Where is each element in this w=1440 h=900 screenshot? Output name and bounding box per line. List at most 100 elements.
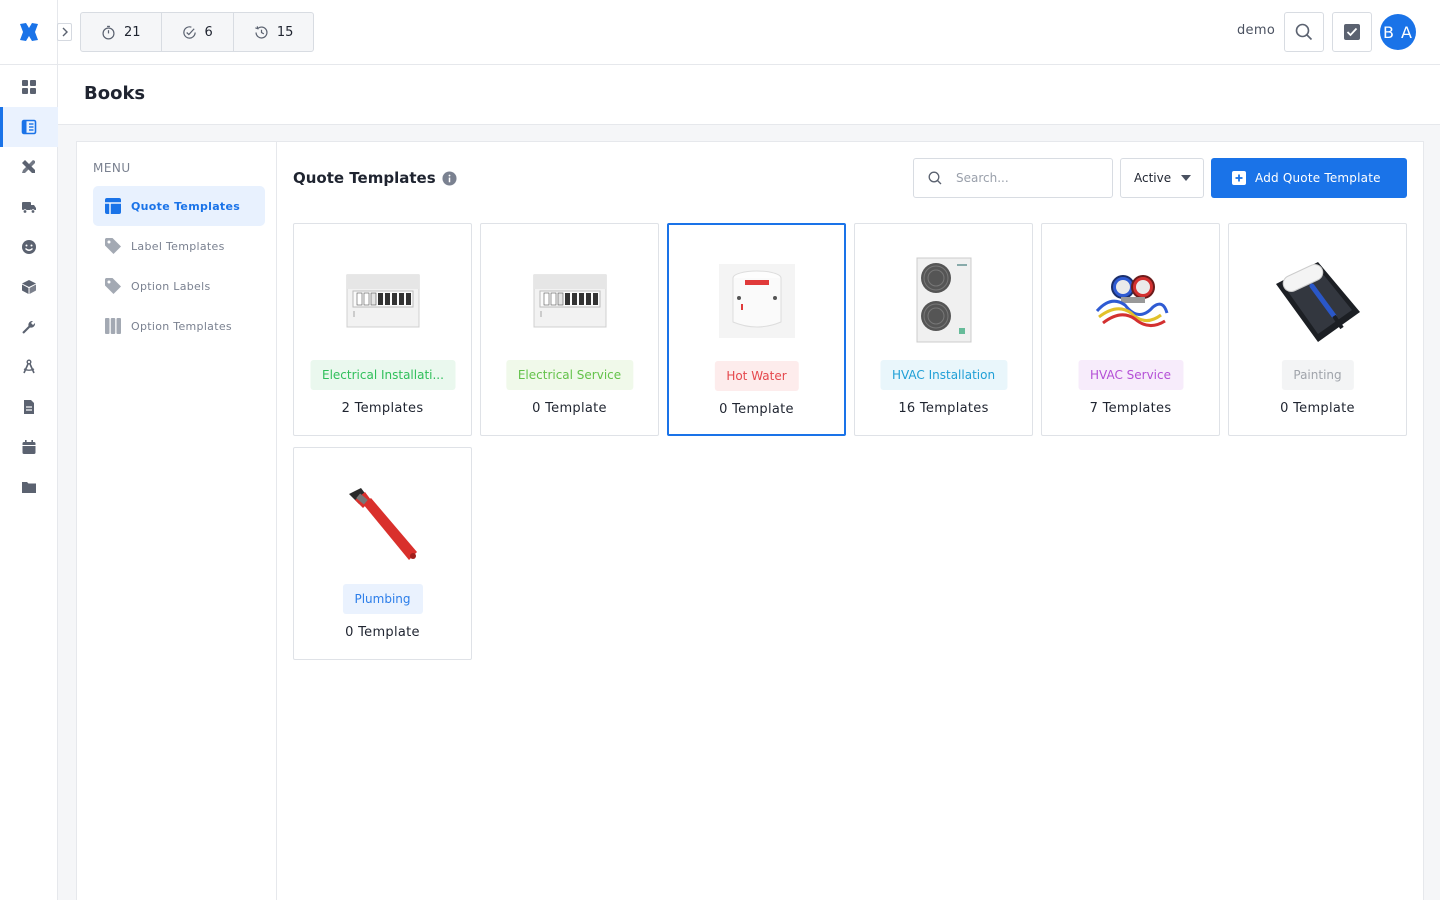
checkbox-icon	[1344, 24, 1360, 40]
card-image	[521, 256, 619, 344]
pipe-wrench-image	[349, 488, 417, 560]
sidebar-item-documents[interactable]	[0, 387, 58, 427]
submenu-item-label: Option Labels	[131, 279, 211, 293]
stopwatch-icon	[102, 25, 115, 39]
counter-timers-value: 21	[124, 24, 141, 40]
tasks-button[interactable]	[1332, 12, 1372, 52]
counter-timers[interactable]: 21	[81, 13, 162, 51]
document-icon	[24, 400, 34, 414]
category-tag: HVAC Installation	[879, 360, 1008, 390]
box-icon	[22, 280, 36, 294]
dashboard-grid-icon	[22, 80, 36, 94]
sidebar-item-customers[interactable]	[0, 227, 58, 267]
clock-history-icon	[255, 25, 268, 38]
submenu-item-label: Quote Templates	[131, 199, 241, 213]
template-card-hot-water[interactable]: Hot Water 0 Template	[667, 223, 846, 436]
sidebar-expand-button[interactable]	[57, 23, 72, 41]
card-image	[895, 256, 993, 344]
switchboard-image	[533, 274, 607, 328]
check-circle-icon	[182, 25, 196, 39]
template-count: 0 Template	[532, 401, 607, 416]
sidebar-item-fleet[interactable]	[0, 187, 58, 227]
template-card-electrical-installation[interactable]: Electrical Installati... 2 Templates	[293, 223, 472, 436]
manifold-gauge-image	[1095, 275, 1169, 327]
section-title-text: Quote Templates	[293, 169, 436, 187]
user-avatar[interactable]: B A	[1380, 14, 1416, 50]
search-input[interactable]	[956, 171, 1096, 185]
template-card-electrical-service[interactable]: Electrical Service 0 Template	[480, 223, 659, 436]
template-count: 2 Templates	[341, 401, 424, 416]
card-image	[1082, 256, 1180, 344]
template-count: 0 Template	[345, 625, 420, 640]
columns-icon	[105, 318, 121, 334]
truck-icon	[22, 202, 36, 214]
add-quote-template-label: Add Quote Template	[1255, 171, 1381, 185]
folder-icon	[22, 482, 36, 493]
counter-completed[interactable]: 6	[162, 13, 234, 51]
template-card-plumbing[interactable]: Plumbing 0 Template	[293, 447, 472, 660]
template-card-hvac-installation[interactable]: HVAC Installation 16 Templates	[854, 223, 1033, 436]
chevron-right-icon	[62, 27, 68, 37]
top-bar: 21 6 15 demo B A	[58, 0, 1440, 65]
submenu-item-option-templates[interactable]: Option Templates	[93, 306, 265, 346]
global-search-button[interactable]	[1284, 12, 1324, 52]
status-filter-select[interactable]: Active	[1120, 158, 1204, 198]
user-name[interactable]: demo	[1237, 23, 1275, 38]
section-title: Quote Templates	[293, 169, 457, 187]
table-icon	[105, 198, 121, 214]
tag-icon	[105, 238, 121, 254]
compass-icon	[23, 359, 35, 374]
search-icon	[1295, 23, 1313, 41]
book-icon	[21, 119, 37, 135]
sidebar-item-inventory[interactable]	[0, 267, 58, 307]
sidebar-item-books[interactable]	[0, 107, 58, 147]
tag-icon	[105, 278, 121, 294]
sidebar-item-tools[interactable]	[0, 147, 58, 187]
add-quote-template-button[interactable]: Add Quote Template	[1211, 158, 1407, 198]
card-image	[708, 256, 806, 344]
tools-icon	[22, 160, 35, 173]
search-icon	[928, 171, 942, 185]
category-tag: HVAC Service	[1077, 360, 1184, 390]
card-image	[334, 256, 432, 344]
template-count: 16 Templates	[898, 401, 989, 416]
template-card-painting[interactable]: Painting 0 Template	[1228, 223, 1407, 436]
plus-square-icon	[1232, 171, 1246, 185]
rail-divider	[0, 64, 58, 65]
sidebar-item-design[interactable]	[0, 347, 58, 387]
submenu-item-label: Label Templates	[131, 239, 225, 253]
status-counters: 21 6 15	[80, 12, 315, 52]
template-count: 0 Template	[1280, 401, 1355, 416]
counter-completed-value: 6	[204, 24, 213, 40]
paint-roller-image	[1276, 262, 1360, 342]
page-title: Books	[84, 83, 146, 104]
menu-heading: MENU	[93, 161, 131, 175]
card-image	[334, 480, 432, 568]
template-count: 7 Templates	[1089, 401, 1172, 416]
wrench-icon	[22, 320, 36, 334]
submenu-item-quote-templates[interactable]: Quote Templates	[93, 186, 265, 226]
content-panel: MENU Quote Templates Label Templates Opt…	[76, 141, 1424, 900]
category-tag: Electrical Installati...	[310, 360, 455, 390]
search-box[interactable]	[913, 158, 1113, 198]
category-tag: Painting	[1281, 360, 1354, 390]
counter-history-value: 15	[276, 24, 294, 40]
quote-templates-main: Quote Templates Active Add Quote Templat…	[277, 142, 1423, 900]
category-tag: Electrical Service	[505, 360, 634, 390]
info-icon[interactable]	[442, 170, 457, 186]
hvac-unit-image	[916, 257, 972, 343]
counter-history[interactable]: 15	[234, 13, 314, 51]
caret-down-icon	[1181, 175, 1192, 181]
submenu-item-label: Option Templates	[131, 319, 232, 333]
app-logo-icon[interactable]	[17, 20, 41, 44]
sidebar-item-service[interactable]	[0, 307, 58, 347]
water-heater-image	[719, 264, 795, 338]
submenu-item-option-labels[interactable]: Option Labels	[93, 266, 265, 306]
submenu-item-label-templates[interactable]: Label Templates	[93, 226, 265, 266]
page-header: Books	[58, 65, 1440, 125]
sidebar-item-calendar[interactable]	[0, 427, 58, 467]
sidebar-item-files[interactable]	[0, 467, 58, 507]
template-card-hvac-service[interactable]: HVAC Service 7 Templates	[1041, 223, 1220, 436]
card-image	[1269, 256, 1367, 344]
sidebar-item-dashboard[interactable]	[0, 67, 58, 107]
